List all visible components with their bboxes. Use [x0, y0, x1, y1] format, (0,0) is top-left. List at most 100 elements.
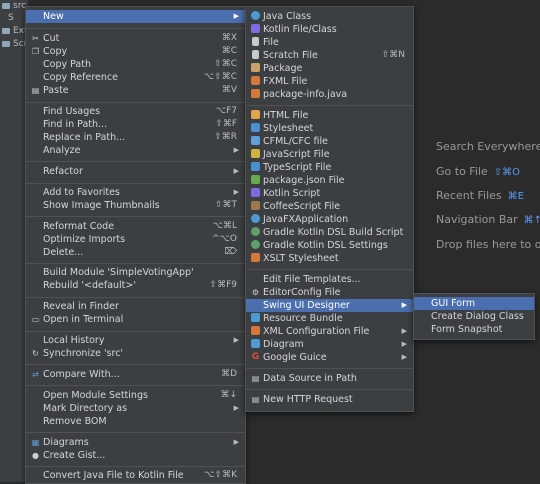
new-gradle-settings[interactable]: Gradle Kotlin DSL Settings	[246, 239, 413, 252]
chevron-right-icon: ▶	[233, 146, 239, 154]
tree-item-src[interactable]: src	[2, 0, 26, 12]
separator	[26, 385, 245, 386]
compare-icon: ⇄	[32, 370, 39, 379]
chevron-right-icon: ▶	[233, 438, 239, 446]
new-editorconfig-file[interactable]: ⚙ EditorConfig File	[246, 286, 413, 299]
html-icon	[250, 110, 261, 121]
editorconfig-icon: ⚙	[251, 288, 260, 297]
menu-item-open-module-settings[interactable]: Open Module Settings ⌘↓	[26, 389, 245, 402]
menu-item-add-to-favorites[interactable]: Add to Favorites ▶	[26, 186, 245, 199]
new-javascript-file[interactable]: JavaScript File	[246, 148, 413, 161]
chevron-right-icon: ▶	[401, 353, 407, 361]
separator	[26, 161, 245, 162]
chevron-right-icon: ▶	[233, 188, 239, 196]
menu-item-optimize-imports[interactable]: Optimize Imports ^⌥O	[26, 233, 245, 246]
menu-item-analyze[interactable]: Analyze ▶	[26, 144, 245, 157]
separator	[26, 183, 245, 184]
new-package-json[interactable]: package.json File	[246, 174, 413, 187]
file-icon	[250, 37, 261, 48]
menu-item-find-in-path[interactable]: Find in Path... ⇧⌘F	[26, 118, 245, 131]
menu-item-reveal-in-finder[interactable]: Reveal in Finder	[26, 300, 245, 313]
separator	[246, 368, 413, 369]
kotlin-icon	[250, 24, 261, 35]
chevron-right-icon: ▶	[401, 327, 407, 335]
folder-icon	[2, 2, 10, 9]
java-file-icon	[250, 89, 261, 100]
chevron-right-icon: ▶	[401, 301, 407, 309]
menu-item-build-module[interactable]: Build Module 'SimpleVotingApp'	[26, 266, 245, 279]
menu-item-rebuild[interactable]: Rebuild '<default>' ⇧⌘F9	[26, 279, 245, 292]
swing-form-snapshot[interactable]: Form Snapshot	[414, 323, 534, 336]
new-stylesheet[interactable]: Stylesheet	[246, 122, 413, 135]
paste-icon: ▤	[31, 86, 40, 95]
package-icon	[250, 63, 261, 74]
new-edit-file-templates[interactable]: Edit File Templates...	[246, 273, 413, 286]
menu-item-create-gist[interactable]: ● Create Gist...	[26, 449, 245, 462]
menu-item-cut[interactable]: ✂ Cut ⌘X	[26, 32, 245, 45]
xml-icon	[250, 326, 261, 337]
typescript-icon	[250, 162, 261, 173]
new-javafx-application[interactable]: JavaFXApplication	[246, 213, 413, 226]
menu-item-open-in-terminal[interactable]: ▭ Open in Terminal	[26, 313, 245, 326]
new-kotlin-file[interactable]: Kotlin File/Class	[246, 23, 413, 36]
new-fxml-file[interactable]: FXML File	[246, 75, 413, 88]
menu-item-compare-with[interactable]: ⇄ Compare With... ⌘D	[26, 368, 245, 381]
library-icon	[2, 27, 10, 34]
new-resource-bundle[interactable]: Resource Bundle	[246, 312, 413, 325]
new-file[interactable]: File	[246, 36, 413, 49]
menu-item-reformat-code[interactable]: Reformat Code ⌥⌘L	[26, 220, 245, 233]
npm-icon	[250, 175, 261, 186]
menu-item-copy-path[interactable]: Copy Path ⇧⌘C	[26, 58, 245, 71]
new-package[interactable]: Package	[246, 62, 413, 75]
data-source-icon: ▤	[251, 374, 260, 383]
menu-item-refactor[interactable]: Refactor ▶	[26, 165, 245, 178]
menu-item-remove-bom[interactable]: Remove BOM	[26, 415, 245, 428]
java-class-icon	[250, 11, 261, 22]
new-cfml-file[interactable]: CFML/CFC file	[246, 135, 413, 148]
tree-item[interactable]: S	[8, 12, 14, 24]
menu-item-replace-in-path[interactable]: Replace in Path... ⇧⌘R	[26, 131, 245, 144]
gradle-icon	[250, 240, 261, 251]
menu-item-local-history[interactable]: Local History ▶	[26, 334, 245, 347]
menu-item-show-image-thumbnails[interactable]: Show Image Thumbnails ⇧⌘T	[26, 199, 245, 212]
new-data-source-in-path[interactable]: ▤ Data Source in Path	[246, 372, 413, 385]
new-xslt-stylesheet[interactable]: XSLT Stylesheet	[246, 252, 413, 265]
fxml-icon	[250, 76, 261, 87]
menu-item-diagrams[interactable]: ▦ Diagrams ▶	[26, 436, 245, 449]
menu-item-delete[interactable]: Delete... ⌦	[26, 246, 245, 259]
separator	[26, 216, 245, 217]
new-coffeescript-file[interactable]: CoffeeScript File	[246, 200, 413, 213]
terminal-icon: ▭	[31, 315, 40, 324]
new-google-guice[interactable]: G Google Guice ▶	[246, 351, 413, 364]
new-kotlin-script[interactable]: Kotlin Script	[246, 187, 413, 200]
menu-item-synchronize[interactable]: ↻ Synchronize 'src'	[26, 347, 245, 360]
new-scratch-file[interactable]: Scratch File ⇧⌘N	[246, 49, 413, 62]
new-diagram[interactable]: Diagram ▶	[246, 338, 413, 351]
project-tree[interactable]: src S Exte Scra	[0, 0, 28, 482]
javafx-icon	[250, 214, 261, 225]
new-swing-ui-designer[interactable]: Swing UI Designer ▶	[246, 299, 413, 312]
chevron-right-icon: ▶	[401, 340, 407, 348]
xslt-icon	[250, 253, 261, 264]
chevron-right-icon: ▶	[233, 167, 239, 175]
swing-create-dialog-class[interactable]: Create Dialog Class	[414, 310, 534, 323]
menu-item-new[interactable]: New ▶	[26, 10, 245, 23]
menu-item-copy-reference[interactable]: Copy Reference ⌥⇧⌘C	[26, 71, 245, 84]
menu-item-find-usages[interactable]: Find Usages ⌥F7	[26, 105, 245, 118]
menu-item-mark-directory-as[interactable]: Mark Directory as ▶	[26, 402, 245, 415]
new-package-info[interactable]: package-info.java	[246, 88, 413, 101]
google-icon: G	[251, 352, 260, 362]
new-gradle-build-script[interactable]: Gradle Kotlin DSL Build Script	[246, 226, 413, 239]
swing-gui-form[interactable]: GUI Form	[414, 297, 534, 310]
new-xml-configuration-file[interactable]: XML Configuration File ▶	[246, 325, 413, 338]
new-java-class[interactable]: Java Class	[246, 10, 413, 23]
new-typescript-file[interactable]: TypeScript File	[246, 161, 413, 174]
new-html-file[interactable]: HTML File	[246, 109, 413, 122]
menu-item-paste[interactable]: ▤ Paste ⌘V	[26, 84, 245, 97]
separator	[26, 263, 245, 264]
new-http-request[interactable]: ▤ New HTTP Request	[246, 393, 413, 406]
copy-icon: ❐	[31, 47, 40, 56]
menu-item-convert-java-to-kotlin[interactable]: Convert Java File to Kotlin File ⌥⇧⌘K	[26, 469, 245, 482]
menu-item-copy[interactable]: ❐ Copy ⌘C	[26, 45, 245, 58]
swing-ui-designer-submenu: GUI Form Create Dialog Class Form Snapsh…	[413, 293, 535, 340]
